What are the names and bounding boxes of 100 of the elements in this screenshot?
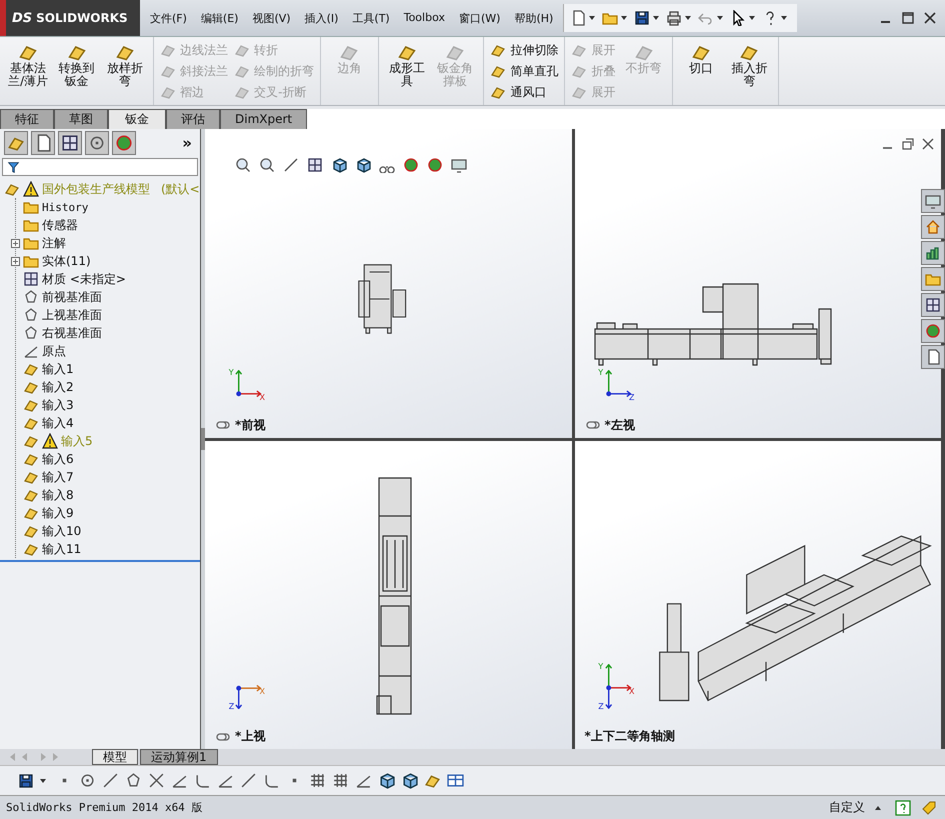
plane-icon (23, 289, 39, 305)
ribbon-button[interactable]: 放样折弯 (102, 40, 148, 102)
filter-field[interactable] (2, 158, 198, 176)
save-icon[interactable] (634, 10, 650, 26)
tree-item[interactable]: 输入4 (42, 414, 74, 432)
tree-item[interactable]: 原点 (42, 342, 66, 360)
view-label: *前视 (235, 416, 266, 434)
tree-item[interactable]: 输入8 (42, 486, 74, 504)
caret-icon[interactable] (749, 16, 756, 20)
ribbon-button[interactable]: 简单直孔 (490, 61, 558, 81)
grid-icon[interactable] (332, 772, 349, 789)
polygon-icon[interactable] (125, 772, 142, 789)
units-selector[interactable]: 自定义 (829, 799, 865, 816)
menu-item[interactable]: 编辑(E) (200, 10, 238, 26)
command-tab[interactable]: DimXpert (220, 109, 308, 129)
caret-icon[interactable] (781, 16, 788, 20)
command-tab[interactable]: 钣金 (108, 109, 166, 129)
appearance-icon[interactable] (403, 157, 419, 173)
table-icon[interactable] (447, 772, 464, 789)
link-icon[interactable] (215, 421, 231, 429)
tree-item[interactable]: 前视基准面 (42, 288, 102, 306)
tree-item[interactable]: 上视基准面 (42, 306, 102, 324)
ribbon-button[interactable]: 插入折弯 (727, 40, 772, 102)
tree-item[interactable]: 右视基准面 (42, 324, 102, 342)
tree-item[interactable]: 输入9 (42, 504, 74, 522)
menu-item[interactable]: 帮助(H) (514, 10, 554, 26)
save-icon[interactable] (18, 772, 34, 788)
tree-item[interactable]: 输入10 (42, 522, 82, 540)
home-icon[interactable] (921, 215, 945, 239)
more-tabs-button[interactable]: » (178, 134, 196, 152)
caret-up-icon[interactable] (875, 806, 881, 810)
menu-item[interactable]: 插入(I) (304, 10, 338, 26)
caret-icon[interactable] (653, 16, 660, 20)
tree-item[interactable]: 传感器 (42, 216, 78, 234)
tree-item[interactable]: 输入3 (42, 396, 74, 414)
tree-item[interactable]: History (42, 200, 88, 214)
display-style-icon[interactable] (355, 157, 371, 173)
print-icon[interactable] (666, 10, 682, 26)
maximize-icon[interactable] (901, 11, 915, 25)
appearance-icon[interactable] (112, 131, 136, 155)
menu-item[interactable]: 窗口(W) (458, 10, 500, 26)
line-icon[interactable] (240, 772, 257, 789)
axis-label: Y (228, 368, 234, 377)
ribbon-button[interactable]: 切口 (678, 40, 724, 102)
viewport[interactable]: Y X *前视 (205, 129, 572, 438)
expand-icon[interactable] (11, 238, 20, 248)
tree-item[interactable]: 输入2 (42, 378, 74, 396)
ribbon-button[interactable]: 基体法兰/薄片 (6, 40, 50, 102)
expand-icon[interactable] (11, 256, 20, 266)
command-tab[interactable]: 草图 (54, 109, 108, 129)
zoom-to-fit-icon[interactable] (235, 157, 251, 173)
axis-label: Z (598, 703, 604, 712)
trim-icon[interactable] (148, 772, 165, 789)
menu-item[interactable]: Toolbox (404, 10, 445, 26)
tree-item[interactable]: 输入6 (42, 450, 74, 468)
fillet-icon[interactable] (194, 772, 211, 789)
document-tab[interactable]: 模型 (92, 749, 138, 765)
tag-icon[interactable] (921, 800, 937, 816)
tree-item[interactable]: 输入7 (42, 468, 74, 486)
caret-icon[interactable] (589, 16, 596, 20)
tree-item[interactable]: 输入11 (42, 540, 82, 558)
axis-label: X (260, 394, 265, 402)
zoom-area-icon[interactable] (259, 157, 275, 173)
cube-icon[interactable] (378, 772, 395, 789)
restore-icon[interactable] (901, 137, 915, 151)
tree-item[interactable]: 注解 (42, 234, 66, 252)
document-tab[interactable]: 运动算例1 (140, 749, 218, 765)
menu-item[interactable]: 工具(T) (352, 10, 390, 26)
close-icon[interactable] (923, 11, 937, 25)
fillet-icon[interactable] (263, 772, 280, 789)
caret-icon[interactable] (40, 778, 46, 782)
feature-manager-icon[interactable] (4, 131, 28, 155)
property-manager-icon[interactable] (31, 131, 55, 155)
tree-item[interactable]: 材质 <未指定> (42, 270, 126, 288)
menu-item[interactable]: 视图(V) (252, 10, 291, 26)
cube-icon[interactable] (401, 772, 418, 789)
tree-item[interactable]: 实体(11) (42, 252, 91, 270)
caret-icon[interactable] (621, 16, 628, 20)
configuration-icon[interactable] (58, 131, 82, 155)
tree-item[interactable]: 输入1 (42, 360, 74, 378)
caret-icon[interactable] (717, 16, 724, 20)
ribbon-button[interactable]: 转换到钣金 (54, 40, 99, 102)
view-palette-icon[interactable] (921, 293, 945, 317)
grid-icon[interactable] (309, 772, 326, 789)
link-icon[interactable] (584, 421, 600, 429)
line-icon[interactable] (102, 772, 119, 789)
properties-icon[interactable] (921, 345, 945, 369)
view-orientation-icon[interactable] (331, 157, 347, 173)
logo: DS SOLIDWORKS (0, 0, 140, 36)
close-icon[interactable] (921, 137, 935, 151)
caret-icon[interactable] (685, 16, 692, 20)
ribbon-button[interactable]: 成形工具 (384, 40, 429, 102)
command-tab[interactable]: 评估 (166, 109, 220, 129)
target-icon[interactable] (85, 131, 109, 155)
ribbon-button[interactable]: 拉伸切除 (490, 40, 558, 60)
panel-collapse-handle[interactable] (201, 428, 205, 450)
command-tab[interactable]: 特征 (0, 109, 54, 129)
ribbon-button[interactable]: 通风口 (490, 82, 558, 102)
link-icon[interactable] (215, 732, 231, 740)
menu-item[interactable]: 文件(F) (150, 10, 187, 26)
